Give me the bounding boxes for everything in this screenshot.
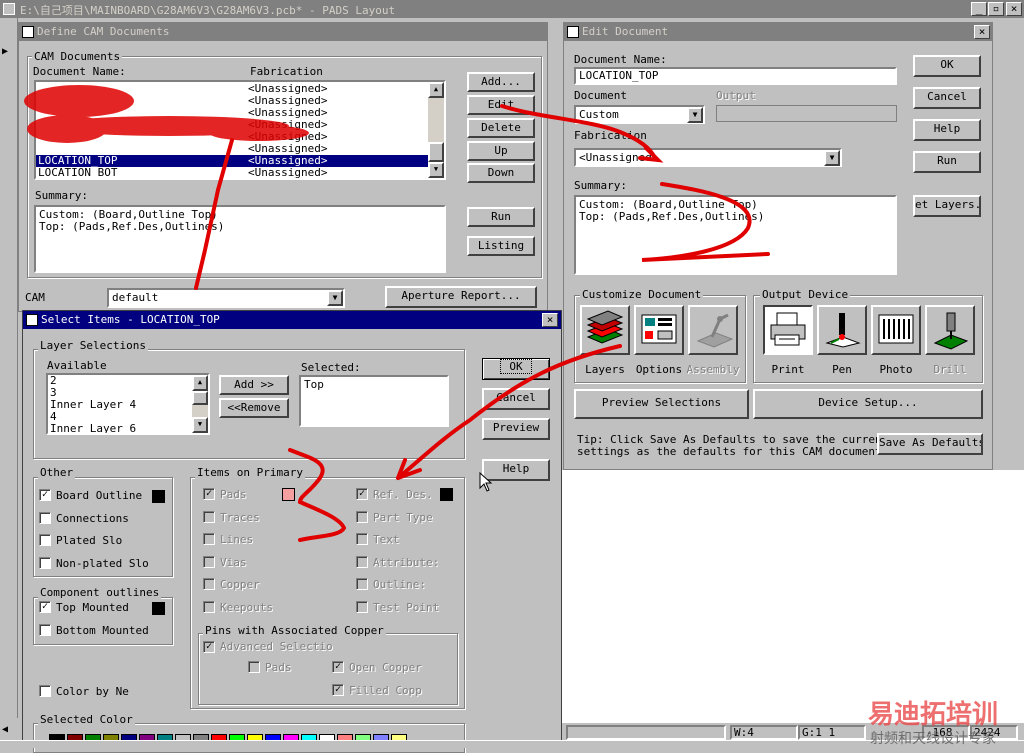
status-w: W:4 [730,725,798,740]
status-panel [566,725,726,740]
status-g: G:1 1 [798,725,866,740]
watermark-logo: 易迪拓培训 [868,700,999,730]
watermark-tagline: 射频和天线设计专家 [870,731,996,747]
mouse-cursor-icon [479,472,493,492]
red-annotation-strokes [194,104,770,542]
